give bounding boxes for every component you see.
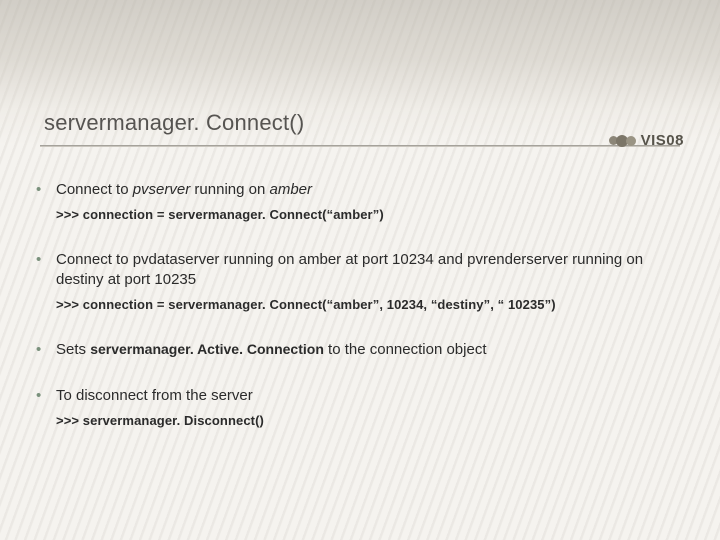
- code-line: >>> connection = servermanager. Connect(…: [56, 206, 688, 224]
- italic-run: pvserver: [133, 181, 191, 198]
- bullet-text: Sets servermanager. Active. Connection t…: [56, 341, 487, 358]
- title-divider: [40, 145, 680, 147]
- logo-icon: [609, 135, 634, 147]
- conference-logo: VIS08: [609, 132, 684, 149]
- bullet-text: Connect to pvserver running on amber: [56, 181, 312, 198]
- code-line: >>> connection = servermanager. Connect(…: [56, 296, 688, 314]
- bullet-list: Connect to pvserver running on amber >>>…: [32, 180, 688, 430]
- inline-code: servermanager. Active. Connection: [90, 341, 324, 357]
- bullet-text: Connect to pvdataserver running on amber…: [56, 251, 643, 288]
- bullet-text: To disconnect from the server: [56, 387, 253, 404]
- italic-run: amber: [269, 181, 312, 198]
- list-item: Connect to pvserver running on amber >>>…: [32, 180, 688, 224]
- list-item: Sets servermanager. Active. Connection t…: [32, 340, 688, 360]
- slide-body: Connect to pvserver running on amber >>>…: [32, 180, 688, 456]
- text-run: to the connection object: [324, 341, 487, 358]
- slide-title: servermanager. Connect(): [44, 110, 304, 136]
- text-run: Sets: [56, 341, 90, 358]
- slide: servermanager. Connect() VIS08 Connect t…: [0, 0, 720, 540]
- list-item: To disconnect from the server >>> server…: [32, 386, 688, 430]
- text-run: Connect to: [56, 181, 133, 198]
- code-line: >>> servermanager. Disconnect(): [56, 412, 688, 430]
- text-run: running on: [190, 181, 269, 198]
- logo-text: VIS08: [641, 132, 684, 149]
- list-item: Connect to pvdataserver running on amber…: [32, 250, 688, 314]
